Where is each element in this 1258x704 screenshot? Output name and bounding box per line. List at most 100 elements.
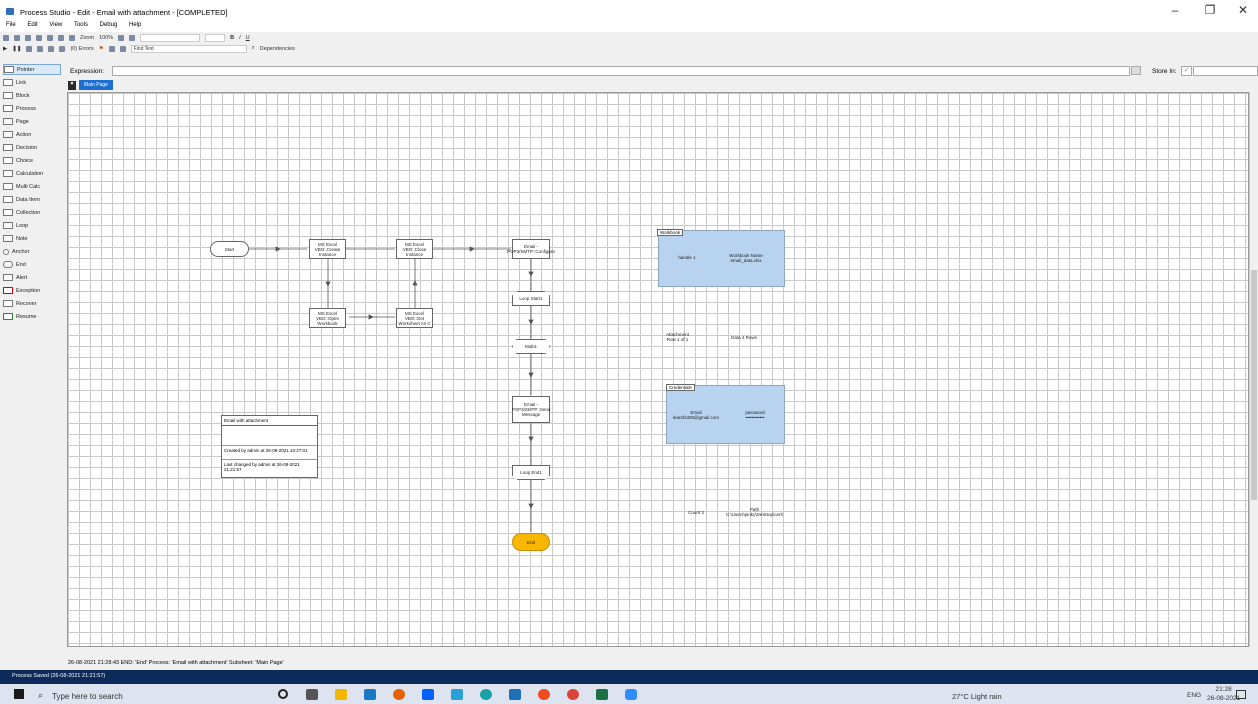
notifications-icon[interactable] bbox=[1236, 690, 1246, 699]
find-icon[interactable]: ⌕ bbox=[252, 45, 255, 52]
menu-view[interactable]: View bbox=[49, 22, 62, 28]
step-over-icon[interactable] bbox=[37, 45, 44, 52]
action-get-worksheet[interactable]: MS Excel VBO::Get Worksheet As C bbox=[396, 308, 433, 328]
menu-edit[interactable]: Edit bbox=[27, 22, 37, 28]
tool-recover[interactable]: Recover bbox=[3, 298, 61, 309]
process-info-box[interactable]: Email with attachment Created by admin a… bbox=[221, 415, 318, 478]
zoom-out-icon[interactable] bbox=[129, 34, 136, 41]
store-in-check-icon[interactable]: ✓ bbox=[1181, 66, 1192, 76]
underline-icon[interactable]: U bbox=[246, 35, 250, 41]
excel-icon[interactable] bbox=[596, 689, 608, 700]
font-size-select[interactable] bbox=[205, 33, 226, 42]
vertical-scroll-thumb[interactable] bbox=[1251, 270, 1257, 500]
action-close-instance[interactable]: MS Excel VBO::Close Instance bbox=[396, 239, 433, 259]
tool-anchor[interactable]: Anchor bbox=[3, 246, 61, 257]
breakpoint-icon[interactable]: ⚑ bbox=[99, 46, 104, 52]
loop-end-node[interactable]: Loop End1 bbox=[512, 465, 550, 480]
tool-page[interactable]: Page bbox=[3, 116, 61, 127]
taskbar-search-input[interactable]: Type here to search bbox=[52, 692, 123, 701]
tool-end[interactable]: End bbox=[3, 259, 61, 270]
redo-icon[interactable] bbox=[69, 34, 75, 41]
multi-calc-node[interactable]: Multi1 bbox=[512, 339, 550, 354]
dependencies-button[interactable]: Dependencies bbox=[260, 46, 295, 52]
tool-choice[interactable]: Choice bbox=[3, 155, 61, 166]
minimize-icon[interactable]: – bbox=[1160, 3, 1190, 17]
chrome-icon[interactable] bbox=[567, 689, 579, 700]
tool-multi-calc[interactable]: Multi Calc bbox=[3, 181, 61, 192]
weather-widget[interactable]: 27°C Light rain bbox=[952, 692, 1002, 701]
play-icon[interactable]: ▶ bbox=[3, 46, 7, 52]
data-item-workbook-name[interactable]: Workbook Name email_data.xlsx bbox=[728, 249, 764, 266]
menu-tools[interactable]: Tools bbox=[74, 22, 88, 28]
start-node[interactable]: Start bbox=[210, 241, 249, 257]
close-icon[interactable]: ✕ bbox=[1228, 3, 1258, 17]
dropbox-icon[interactable] bbox=[422, 689, 434, 700]
zoom-label[interactable]: Zoom bbox=[80, 35, 94, 41]
data-item-email[interactable]: Email learnfs300@gmail.com bbox=[673, 405, 719, 425]
zoom-in-icon[interactable] bbox=[118, 34, 125, 41]
menu-help[interactable]: Help bbox=[129, 22, 141, 28]
tool-collection[interactable]: Collection bbox=[3, 207, 61, 218]
menu-file[interactable]: File bbox=[6, 22, 16, 28]
tab-main-page[interactable]: Main Page bbox=[79, 80, 113, 90]
mail-icon[interactable] bbox=[364, 689, 376, 700]
loop-start-node[interactable]: Loop Start1 bbox=[512, 291, 550, 306]
language-indicator[interactable]: ENG bbox=[1187, 692, 1201, 699]
font-select[interactable] bbox=[140, 33, 201, 42]
tool-action[interactable]: Action bbox=[3, 129, 61, 140]
action-create-instance[interactable]: MS Excel VBO::Create Instance bbox=[309, 239, 346, 259]
restore-icon[interactable]: ❐ bbox=[1195, 3, 1225, 17]
undo-icon[interactable] bbox=[58, 34, 64, 41]
tool-data-item[interactable]: Data Item bbox=[3, 194, 61, 205]
zoom-app-icon[interactable] bbox=[625, 689, 637, 700]
tab-dropdown-icon[interactable]: ▼ bbox=[68, 81, 76, 90]
action-open-workbook[interactable]: MS Excel VBO::Open Workbook bbox=[309, 308, 346, 328]
expression-input[interactable] bbox=[112, 66, 1130, 76]
copy-icon[interactable] bbox=[36, 34, 42, 41]
tool-note[interactable]: Note bbox=[3, 233, 61, 244]
paste-icon[interactable] bbox=[47, 34, 53, 41]
zoom-value[interactable]: 100% bbox=[99, 35, 113, 41]
file-explorer-icon[interactable] bbox=[335, 689, 347, 700]
cortana-icon[interactable] bbox=[278, 689, 288, 699]
save-icon[interactable] bbox=[3, 34, 9, 41]
find-text-input[interactable]: Find Text bbox=[130, 44, 247, 53]
watch-icon[interactable] bbox=[108, 45, 115, 52]
windows-start-icon[interactable] bbox=[14, 689, 24, 699]
validate-icon[interactable] bbox=[119, 45, 126, 52]
firefox-icon[interactable] bbox=[393, 689, 405, 700]
expression-builder-button[interactable] bbox=[1131, 66, 1141, 75]
cut-icon[interactable] bbox=[25, 34, 31, 41]
step-icon[interactable] bbox=[26, 45, 33, 52]
data-item-password[interactable]: password •••••••••••• bbox=[737, 405, 773, 425]
data-item-count[interactable]: Count 3 bbox=[681, 503, 711, 521]
data-item-path[interactable]: Path C:\Users\pinky\Desktop\cert\ bbox=[726, 503, 783, 521]
task-view-icon[interactable] bbox=[306, 689, 318, 700]
print-icon[interactable] bbox=[14, 34, 20, 41]
italic-icon[interactable]: I bbox=[239, 35, 241, 41]
reset-icon[interactable] bbox=[59, 45, 66, 52]
tool-decision[interactable]: Decision bbox=[3, 142, 61, 153]
action-email-configure[interactable]: Email - POP3/SMTP::Configure bbox=[507, 239, 555, 259]
store-icon[interactable] bbox=[451, 689, 463, 700]
horizontal-scrollbar[interactable] bbox=[67, 647, 1249, 656]
tool-alert[interactable]: Alert bbox=[3, 272, 61, 283]
action-send-message[interactable]: Email - POP3/SMTP::Send Message bbox=[512, 396, 550, 423]
tool-process[interactable]: Process bbox=[3, 103, 61, 114]
tool-block[interactable]: Block bbox=[3, 90, 61, 101]
collection-data[interactable]: Data 4 Rows bbox=[729, 329, 759, 345]
step-out-icon[interactable] bbox=[48, 45, 55, 52]
tool-exception[interactable]: Exception bbox=[3, 285, 61, 296]
end-node[interactable]: End bbox=[512, 533, 550, 551]
badge-app-icon[interactable] bbox=[538, 689, 550, 700]
tool-loop[interactable]: Loop bbox=[3, 220, 61, 231]
menu-debug[interactable]: Debug bbox=[100, 22, 118, 28]
tool-resume[interactable]: Resume bbox=[3, 311, 61, 322]
data-item-handle[interactable]: handle 1 bbox=[672, 249, 702, 266]
tool-calculation[interactable]: Calculation bbox=[3, 168, 61, 179]
edge-icon[interactable] bbox=[480, 689, 492, 700]
bold-icon[interactable]: B bbox=[230, 35, 234, 41]
store-in-input[interactable] bbox=[1193, 66, 1258, 76]
errors-button[interactable]: (0) Errors bbox=[70, 46, 93, 52]
tool-pointer[interactable]: Pointer bbox=[3, 64, 61, 75]
